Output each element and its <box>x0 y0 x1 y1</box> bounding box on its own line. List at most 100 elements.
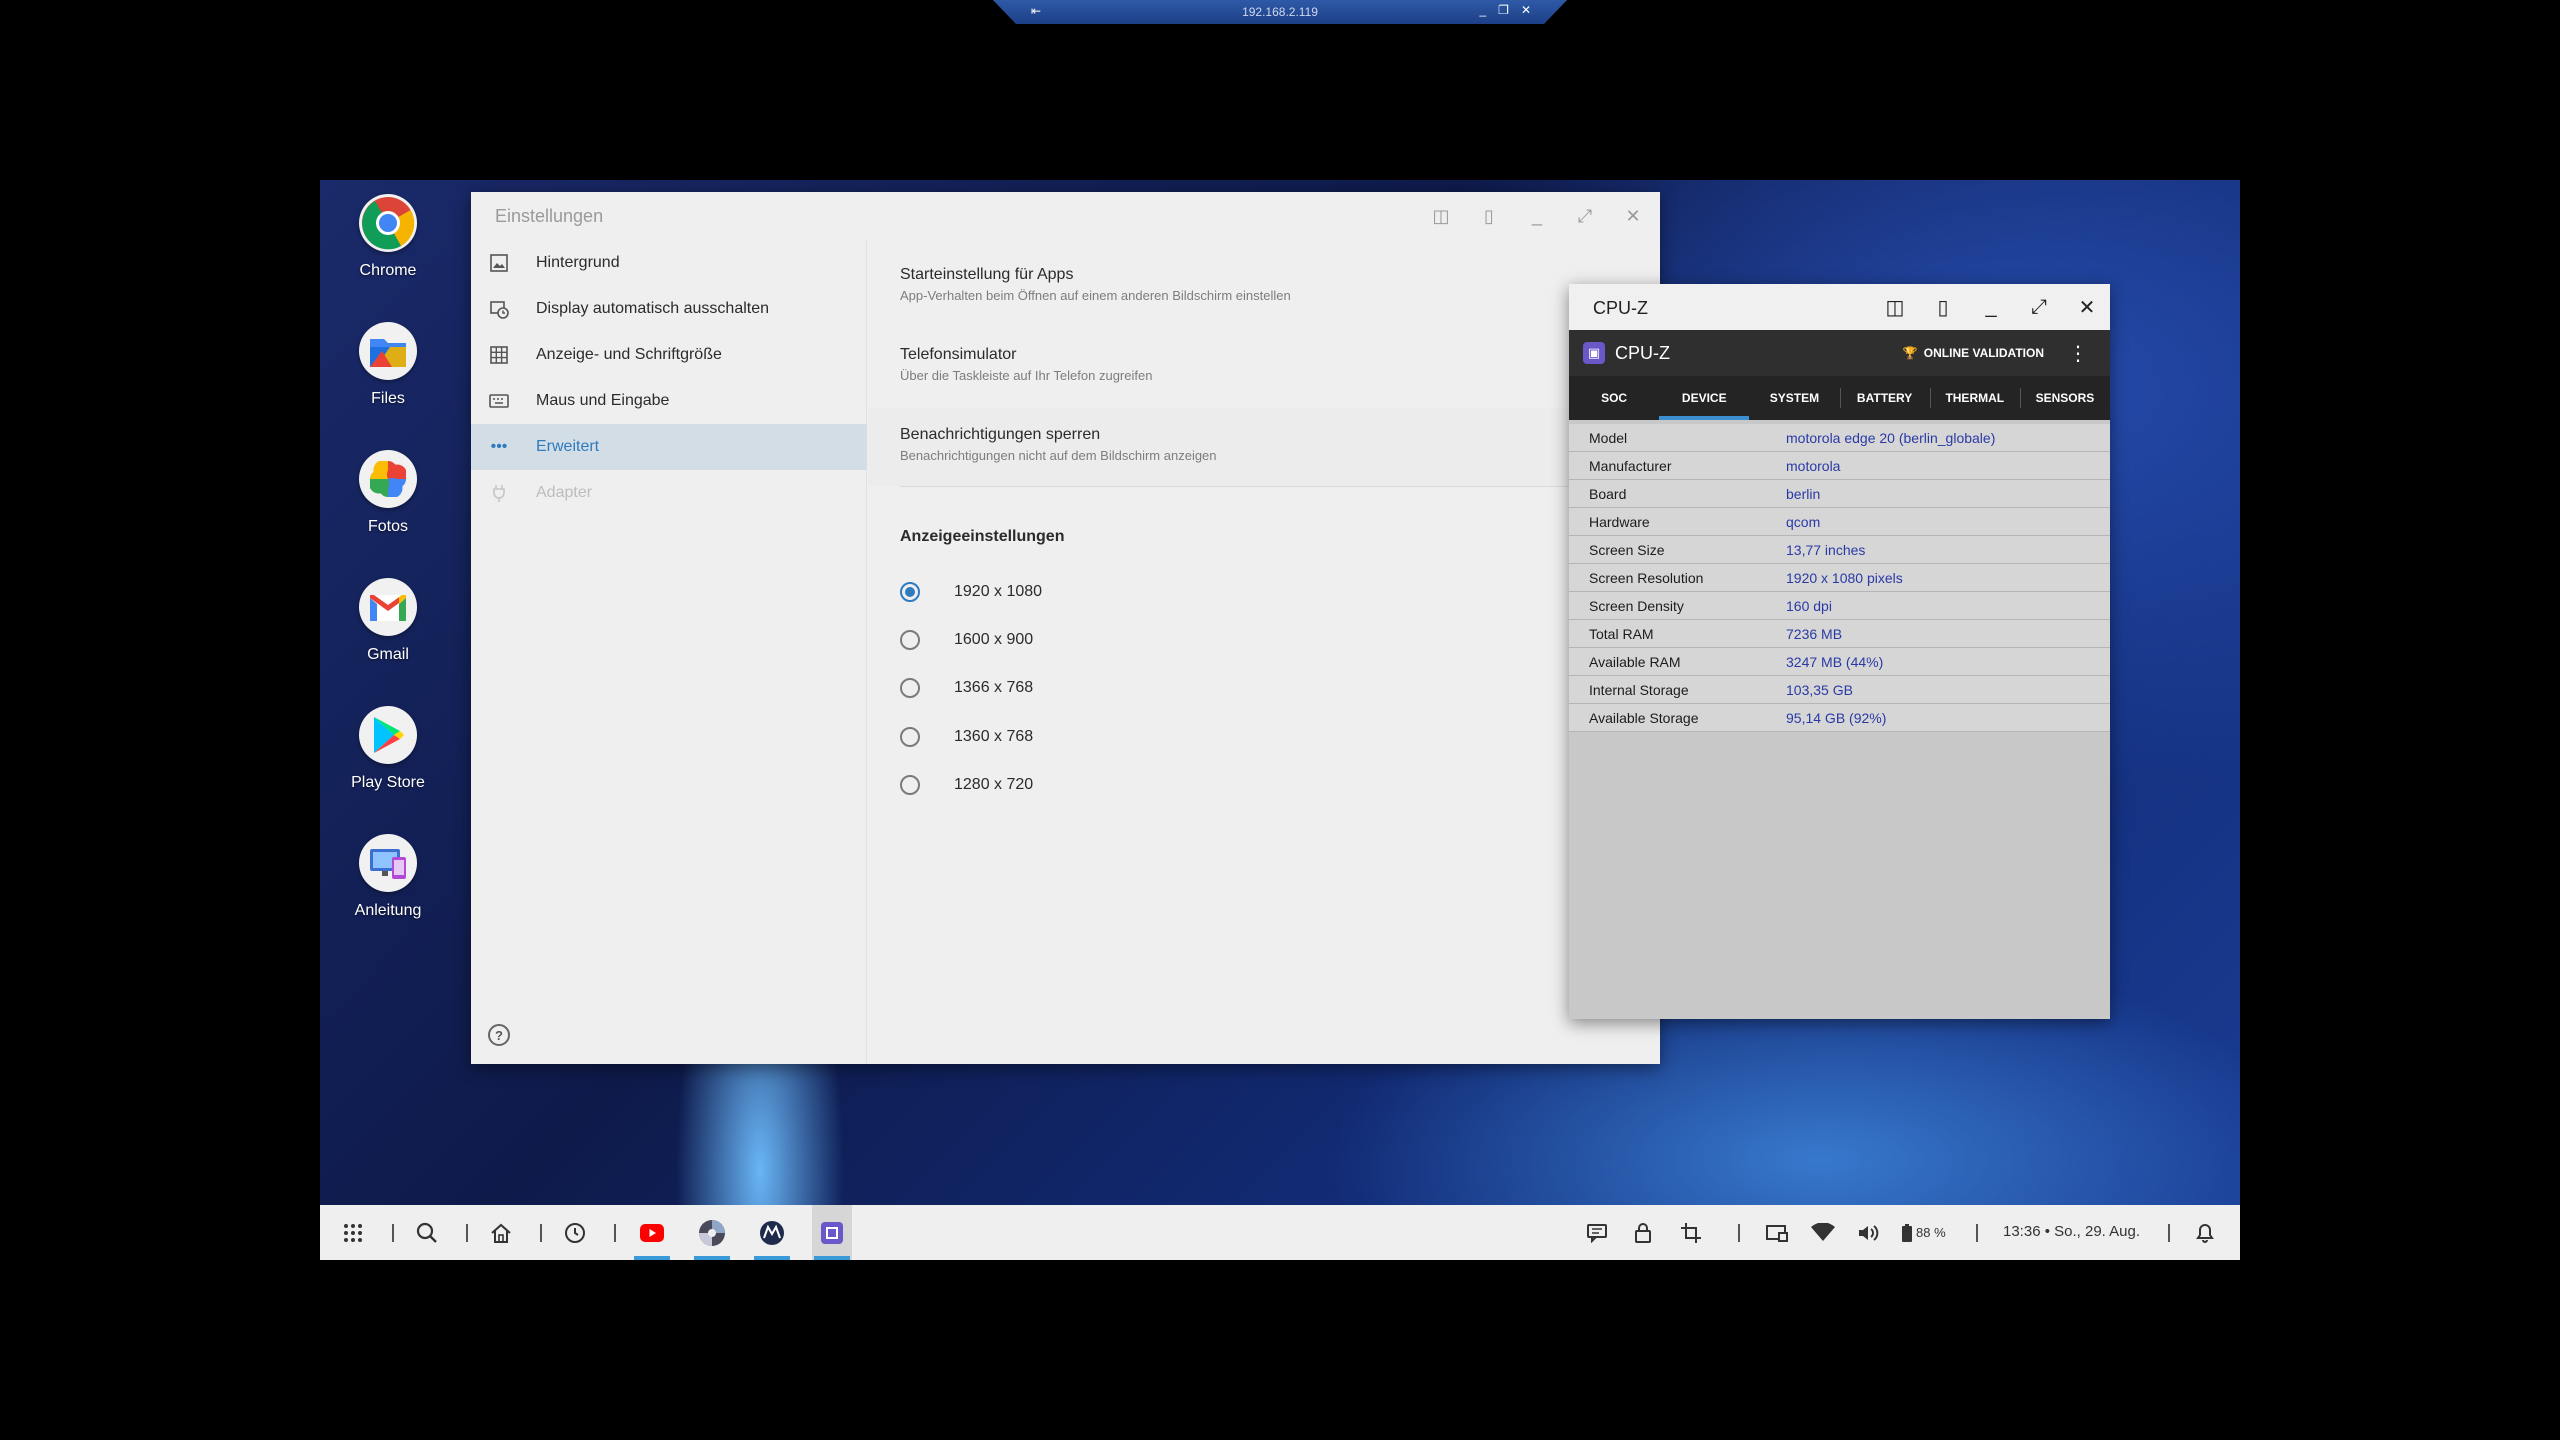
desktop-icon-anleitung[interactable]: Anleitung <box>320 834 456 920</box>
sidebar-item-mouse-input[interactable]: Maus und Eingabe <box>471 378 867 424</box>
cpuz-window: CPU-Z ◫ ▯ _ ⤢ ✕ ▣ CPU-Z 🏆 ONLINE VALIDAT… <box>1569 284 2110 1019</box>
messages-icon[interactable] <box>1582 1205 1612 1260</box>
close-icon[interactable]: ✕ <box>1618 202 1648 230</box>
resolution-label: 1366 x 768 <box>954 679 1034 696</box>
window-title: Einstellungen <box>495 206 604 226</box>
gmail-icon <box>359 578 417 636</box>
tab-soc[interactable]: SOC <box>1569 376 1659 420</box>
sidebar-item-hintergrund[interactable]: Hintergrund <box>471 240 867 286</box>
desktop-icon-chrome[interactable]: Chrome <box>320 194 456 280</box>
desktop: Chrome Files Fotos Gmail Play Store Anle… <box>320 180 2240 1260</box>
search-icon[interactable] <box>412 1205 442 1260</box>
resolution-option[interactable]: 1920 x 1080 <box>900 577 1042 607</box>
maximize-icon[interactable]: ⤢ <box>2024 293 2054 321</box>
settings-titlebar[interactable]: Einstellungen ◫ ▯ _ ⤢ ✕ <box>471 192 1660 240</box>
close-icon[interactable]: ✕ <box>2072 293 2102 321</box>
section-title: Anzeigeeinstellungen <box>900 528 1065 545</box>
remote-minimize-icon[interactable]: _ <box>1479 3 1486 17</box>
recents-icon[interactable] <box>560 1205 590 1260</box>
radio-button[interactable] <box>900 678 920 698</box>
online-validation-label: ONLINE VALIDATION <box>1923 346 2044 360</box>
option-phone-simulator[interactable]: Telefonsimulator Über die Taskleiste auf… <box>900 346 1600 383</box>
desktop-icon-play-store[interactable]: Play Store <box>320 706 456 792</box>
running-indicator <box>814 1256 850 1260</box>
table-row: Board berlin <box>1569 480 2110 508</box>
desktop-icon-label: Files <box>371 390 405 407</box>
sidebar-item-adapter[interactable]: Adapter <box>471 470 867 516</box>
row-key: Screen Size <box>1589 541 1665 558</box>
notifications-bell-icon[interactable] <box>2190 1205 2220 1260</box>
app-drawer-icon[interactable] <box>338 1205 368 1260</box>
cpuz-titlebar[interactable]: CPU-Z ◫ ▯ _ ⤢ ✕ <box>1569 284 2110 330</box>
resolution-option[interactable]: 1280 x 720 <box>900 770 1033 800</box>
row-value: 160 dpi <box>1786 597 1832 614</box>
home-icon[interactable] <box>486 1205 516 1260</box>
remote-restore-icon[interactable]: ❐ <box>1498 3 1509 17</box>
youtube-icon <box>640 1223 664 1242</box>
battery-level: 88 % <box>1916 1225 1946 1240</box>
overflow-menu-icon[interactable]: ⋮ <box>2068 341 2088 366</box>
row-value: 13,77 inches <box>1786 541 1866 558</box>
screenshot-crop-icon[interactable] <box>1676 1205 1706 1260</box>
radio-button[interactable] <box>900 582 920 602</box>
tab-sensors[interactable]: SENSORS <box>2019 376 2110 420</box>
radio-button[interactable] <box>900 630 920 650</box>
taskbar: 88 % 13:36 • So., 29. Aug. <box>320 1205 2240 1260</box>
taskbar-app-settings[interactable] <box>692 1205 732 1260</box>
option-lock-notifications[interactable]: Benachrichtigungen sperren Benachrichtig… <box>868 408 1628 486</box>
table-row: Hardware qcom <box>1569 508 2110 536</box>
option-title: Benachrichtigungen sperren <box>900 426 1101 443</box>
plug-icon <box>488 482 510 504</box>
screen-cast-icon[interactable] <box>1762 1205 1792 1260</box>
option-app-start[interactable]: Starteinstellung für Apps App-Verhalten … <box>900 266 1600 303</box>
table-row: Screen Resolution 1920 x 1080 pixels <box>1569 564 2110 592</box>
split-view-icon[interactable]: ▯ <box>1474 202 1504 230</box>
desktop-icon-files[interactable]: Files <box>320 322 456 408</box>
split-view-icon[interactable]: ▯ <box>1928 293 1958 321</box>
files-icon <box>359 322 417 380</box>
settings-app-icon <box>699 1219 725 1246</box>
taskbar-app-youtube[interactable] <box>632 1205 672 1260</box>
guide-icon <box>359 834 417 892</box>
tab-battery[interactable]: BATTERY <box>1839 376 1930 420</box>
remote-connection-bar[interactable]: ⇤ 192.168.2.119 _ ❐ ✕ <box>993 0 1567 24</box>
help-icon[interactable]: ? <box>488 1024 510 1046</box>
volume-icon[interactable] <box>1854 1205 1884 1260</box>
wifi-icon[interactable] <box>1808 1205 1838 1260</box>
table-row: Screen Size 13,77 inches <box>1569 536 2110 564</box>
sidebar-item-erweitert[interactable]: ••• Erweitert <box>471 424 867 470</box>
lock-icon[interactable] <box>1628 1205 1658 1260</box>
minimize-icon[interactable]: _ <box>1522 202 1552 230</box>
row-value: 3247 MB (44%) <box>1786 653 1884 670</box>
sidebar-item-display-size[interactable]: Anzeige- und Schriftgröße <box>471 332 867 378</box>
maximize-icon[interactable]: ⤢ <box>1570 202 1600 230</box>
cpuz-logo-icon: ▣ <box>1583 342 1605 364</box>
taskbar-app-cpuz[interactable] <box>812 1205 852 1260</box>
grid-icon <box>488 344 510 366</box>
table-row: Screen Density 160 dpi <box>1569 592 2110 620</box>
running-indicator <box>694 1256 730 1260</box>
desktop-icon-label: Anleitung <box>354 902 422 919</box>
tab-thermal[interactable]: THERMAL <box>1929 376 2020 420</box>
desktop-icon-fotos[interactable]: Fotos <box>320 450 456 536</box>
online-validation-button[interactable]: 🏆 ONLINE VALIDATION <box>1903 346 2044 360</box>
tab-system[interactable]: SYSTEM <box>1749 376 1839 420</box>
radio-button[interactable] <box>900 775 920 795</box>
tab-device[interactable]: DEVICE <box>1659 376 1750 420</box>
settings-content: Starteinstellung für Apps App-Verhalten … <box>868 240 1660 1064</box>
desktop-icon-gmail[interactable]: Gmail <box>320 578 456 664</box>
clock[interactable]: 13:36 • So., 29. Aug. <box>2003 1223 2140 1240</box>
taskbar-app-motorola[interactable] <box>752 1205 792 1260</box>
sidebar-item-label: Hintergrund <box>536 254 620 271</box>
radio-button[interactable] <box>900 727 920 747</box>
minimize-icon[interactable]: _ <box>1976 293 2006 321</box>
snap-left-icon[interactable]: ◫ <box>1426 202 1456 230</box>
remote-close-icon[interactable]: ✕ <box>1521 3 1531 17</box>
resolution-option[interactable]: 1600 x 900 <box>900 625 1033 655</box>
row-value: 103,35 GB <box>1786 681 1853 698</box>
snap-left-icon[interactable]: ◫ <box>1880 293 1910 321</box>
resolution-option[interactable]: 1360 x 768 <box>900 722 1033 752</box>
sidebar-item-display-timeout[interactable]: Display automatisch ausschalten <box>471 286 867 332</box>
resolution-option[interactable]: 1366 x 768 <box>900 673 1033 703</box>
taskbar-separator <box>392 1224 394 1242</box>
